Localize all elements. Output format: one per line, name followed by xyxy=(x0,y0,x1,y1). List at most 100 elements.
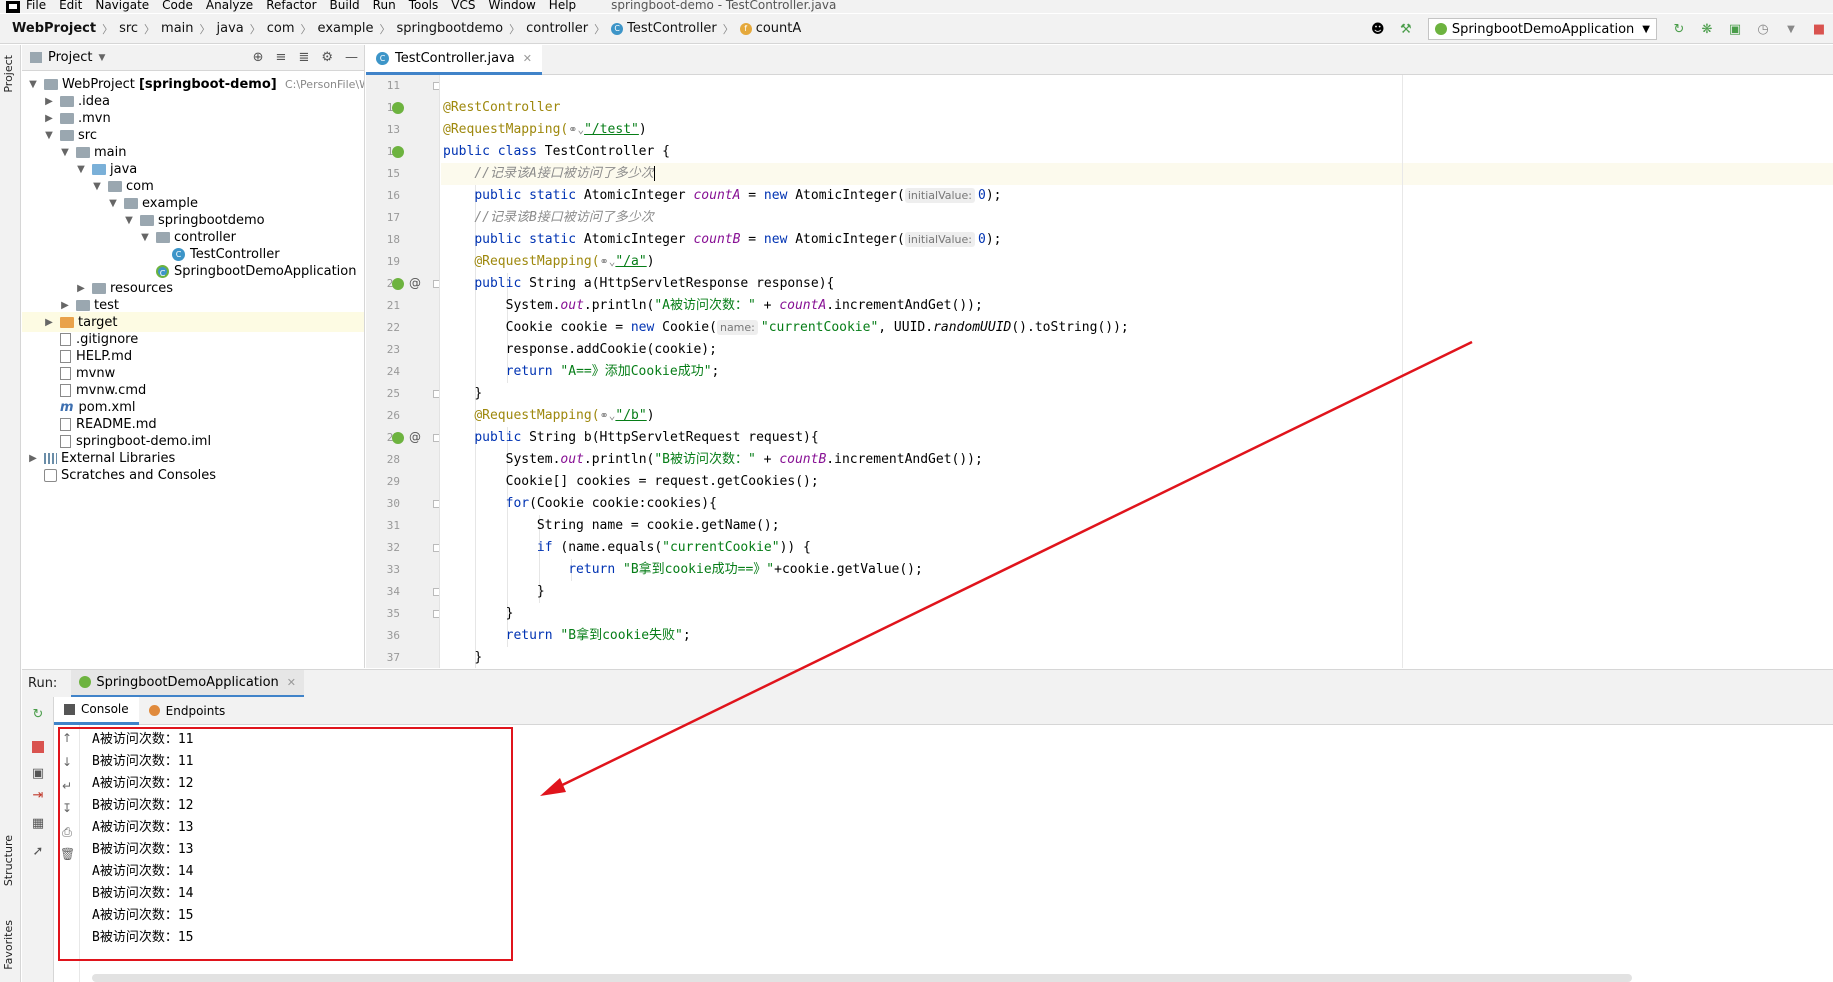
spring-bean-gutter-icon[interactable] xyxy=(392,102,404,114)
code-token: AtomicInteger xyxy=(583,188,694,203)
breadcrumb-class[interactable]: TestController xyxy=(627,21,717,36)
menu-build[interactable]: Build xyxy=(330,0,360,11)
code-token: ; xyxy=(682,628,691,643)
fold-marker-icon[interactable] xyxy=(433,390,439,398)
code-token: new xyxy=(763,232,796,247)
close-icon[interactable]: ✕ xyxy=(523,52,532,65)
profile-icon[interactable]: ◷ xyxy=(1754,21,1772,37)
line-number: 26 xyxy=(386,409,400,422)
more-run-options-icon[interactable]: ▼ xyxy=(1782,21,1800,37)
breadcrumb-example[interactable]: example xyxy=(318,21,374,36)
settings-gear-icon[interactable]: ⚙ xyxy=(321,50,333,65)
fold-marker-icon[interactable] xyxy=(433,610,439,618)
folder-icon xyxy=(60,95,74,107)
breadcrumb-src[interactable]: src xyxy=(119,21,138,36)
rerun-icon[interactable]: ↻ xyxy=(30,706,46,722)
menu-tools[interactable]: Tools xyxy=(409,0,439,11)
run-configuration-select[interactable]: SpringbootDemoApplication ▼ xyxy=(1427,18,1657,40)
fold-marker-icon[interactable] xyxy=(433,588,439,596)
menu-file[interactable]: File xyxy=(26,0,46,11)
fold-marker-icon[interactable] xyxy=(433,280,439,288)
menu-analyze[interactable]: Analyze xyxy=(206,0,253,11)
structure-tool-tab[interactable]: Structure xyxy=(2,835,15,886)
menu-help[interactable]: Help xyxy=(549,0,576,11)
request-mapping-at-icon[interactable]: @ xyxy=(409,276,421,290)
spring-bean-gutter-icon[interactable] xyxy=(392,146,404,158)
run-tab-springbootdemoapplication[interactable]: SpringbootDemoApplication ✕ xyxy=(71,669,305,698)
tree-item-scratches[interactable]: Scratches and Consoles xyxy=(44,465,216,485)
debug-bug-icon[interactable]: ❋ xyxy=(1698,21,1716,37)
chevron-down-icon[interactable]: ▼ xyxy=(92,181,102,192)
chevron-right-icon[interactable]: ▶ xyxy=(28,453,38,464)
console-tab[interactable]: Console xyxy=(54,696,139,725)
code-token: "currentCookie" xyxy=(760,320,879,335)
breadcrumb-controller[interactable]: controller xyxy=(526,21,588,36)
fold-marker-icon[interactable] xyxy=(433,544,439,552)
rerun-icon[interactable]: ↻ xyxy=(1670,21,1688,37)
favorites-tool-tab[interactable]: Favorites xyxy=(2,920,15,970)
breadcrumb-project[interactable]: WebProject xyxy=(12,21,96,36)
code-token: ) xyxy=(646,254,655,269)
right-margin-guide xyxy=(1402,75,1403,668)
close-icon[interactable]: ✕ xyxy=(287,676,296,689)
chevron-right-icon[interactable]: ▶ xyxy=(76,283,86,294)
endpoints-tab[interactable]: Endpoints xyxy=(139,697,236,725)
code-token: public static xyxy=(474,188,584,203)
locate-file-icon[interactable]: ⊕ xyxy=(253,50,264,65)
menu-refactor[interactable]: Refactor xyxy=(266,0,316,11)
chevron-right-icon[interactable]: ▶ xyxy=(44,113,54,124)
menu-code[interactable]: Code xyxy=(162,0,193,11)
hide-panel-icon[interactable]: — xyxy=(345,50,358,65)
spring-endpoint-gutter-icon[interactable] xyxy=(392,432,404,444)
menu-vcs[interactable]: VCS xyxy=(451,0,475,11)
fold-marker-icon[interactable] xyxy=(433,82,439,90)
stop-icon[interactable] xyxy=(32,741,44,753)
chevron-right-icon[interactable]: ▶ xyxy=(44,317,54,328)
collapse-all-icon[interactable]: ≣ xyxy=(298,50,309,65)
camera-icon[interactable]: ▣ xyxy=(30,765,46,781)
field-icon: f xyxy=(739,22,752,35)
chevron-right-icon[interactable]: ▶ xyxy=(44,96,54,107)
chevron-down-icon[interactable]: ▼ xyxy=(124,215,134,226)
exit-icon[interactable]: ⇥ xyxy=(30,787,46,803)
tree-item-springbootdemoapplication[interactable]: C SpringbootDemoApplication xyxy=(156,261,356,281)
breadcrumb-java[interactable]: java xyxy=(217,21,244,36)
user-icon[interactable]: ☻ xyxy=(1369,21,1387,37)
chevron-down-icon[interactable]: ▼ xyxy=(76,164,86,175)
chevron-right-icon: 〉 xyxy=(594,22,606,36)
request-mapping-at-icon[interactable]: @ xyxy=(409,430,421,444)
spring-endpoint-gutter-icon[interactable] xyxy=(392,278,404,290)
breadcrumb-main[interactable]: main xyxy=(161,21,193,36)
build-hammer-icon[interactable]: ⚒ xyxy=(1397,21,1415,37)
code-editor[interactable]: @RestController @RequestMapping(⚭⌄"/test… xyxy=(441,75,1833,668)
editor-tab-testcontroller[interactable]: C TestController.java ✕ xyxy=(366,45,542,75)
layout-icon[interactable]: ▦ xyxy=(30,815,46,831)
code-token: @RequestMapping( xyxy=(474,254,600,269)
menu-window[interactable]: Window xyxy=(488,0,535,11)
stop-icon[interactable]: ■ xyxy=(1810,21,1828,37)
project-tool-tab[interactable]: Project xyxy=(2,55,15,93)
breadcrumb-field[interactable]: countA xyxy=(756,21,802,36)
menu-run[interactable]: Run xyxy=(373,0,396,11)
chevron-down-icon[interactable]: ▼ xyxy=(140,232,150,243)
menu-navigate[interactable]: Navigate xyxy=(95,0,149,11)
chevron-down-icon[interactable]: ▼ xyxy=(60,147,70,158)
pin-icon[interactable]: ➚ xyxy=(30,843,46,859)
maven-icon: m xyxy=(60,399,74,415)
chevron-down-icon[interactable]: ▼ xyxy=(108,198,118,209)
chevron-down-icon[interactable]: ▼ xyxy=(44,130,54,141)
project-view-select[interactable]: Project xyxy=(48,50,92,65)
console-horizontal-scrollbar[interactable] xyxy=(92,974,1632,982)
expand-all-icon[interactable]: ≡ xyxy=(276,50,287,65)
dropdown-arrow-icon[interactable]: ▼ xyxy=(98,53,105,63)
fold-marker-icon[interactable] xyxy=(433,500,439,508)
menu-edit[interactable]: Edit xyxy=(59,0,82,11)
code-token: .println( xyxy=(583,452,655,467)
breadcrumb-springbootdemo[interactable]: springbootdemo xyxy=(397,21,504,36)
chevron-right-icon[interactable]: ▶ xyxy=(60,300,70,311)
coverage-icon[interactable]: ▣ xyxy=(1726,21,1744,37)
breadcrumb-com[interactable]: com xyxy=(267,21,295,36)
fold-marker-icon[interactable] xyxy=(433,434,439,442)
chevron-down-icon[interactable]: ▼ xyxy=(28,79,38,90)
